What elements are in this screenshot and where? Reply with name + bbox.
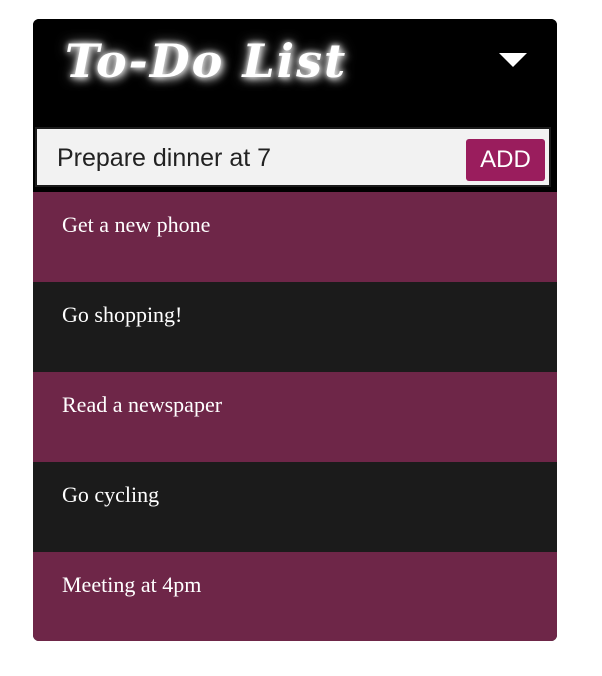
task-item[interactable]: Go cycling: [33, 462, 557, 552]
new-task-box: ADD: [35, 127, 551, 187]
new-task-input[interactable]: [57, 139, 457, 177]
new-task-row: ADD: [33, 124, 557, 190]
caret-down-icon[interactable]: [495, 47, 531, 73]
add-task-button[interactable]: ADD: [466, 139, 545, 181]
task-item[interactable]: Meeting at 4pm: [33, 552, 557, 641]
task-item[interactable]: Get a new phone: [33, 192, 557, 282]
task-item[interactable]: Go shopping!: [33, 282, 557, 372]
todo-app: To-Do List ADD Get a new phone Go shoppi…: [33, 19, 557, 641]
task-item[interactable]: Read a newspaper: [33, 372, 557, 462]
app-header: To-Do List: [33, 19, 557, 124]
task-list: Get a new phone Go shopping! Read a news…: [33, 192, 557, 641]
app-title: To-Do List: [65, 34, 348, 88]
